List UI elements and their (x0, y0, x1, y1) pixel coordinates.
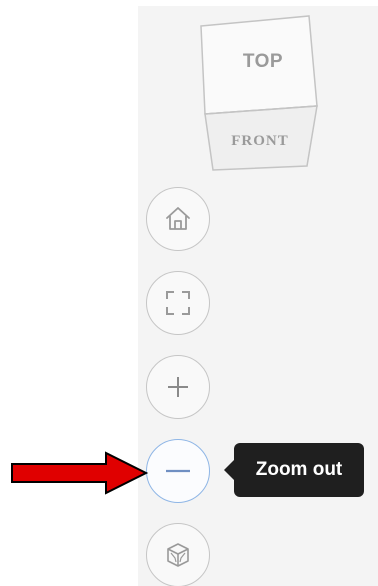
viewer-stage: TOP FRONT Zoom out (0, 0, 378, 586)
cube-face-front[interactable]: FRONT (222, 133, 298, 150)
zoom-out-tooltip: Zoom out (224, 443, 364, 497)
zoom-in-button[interactable] (146, 355, 210, 419)
3d-cube-icon (167, 543, 189, 567)
zoom-out-button[interactable] (146, 439, 210, 503)
home-icon (166, 207, 190, 230)
3d-view-button[interactable] (146, 523, 210, 586)
tooltip-text: Zoom out (234, 443, 364, 497)
minus-icon (166, 469, 190, 473)
fit-to-view-button[interactable] (146, 271, 210, 335)
view-cube-icon (200, 15, 318, 171)
red-arrow-right-icon (11, 451, 149, 495)
plus-icon (168, 377, 188, 397)
fit-to-view-icon (166, 291, 190, 315)
home-button[interactable] (146, 187, 210, 251)
red-arrow-annotation (10, 451, 150, 495)
view-cube[interactable]: TOP FRONT (195, 14, 319, 174)
cube-face-top[interactable]: TOP (233, 51, 293, 73)
